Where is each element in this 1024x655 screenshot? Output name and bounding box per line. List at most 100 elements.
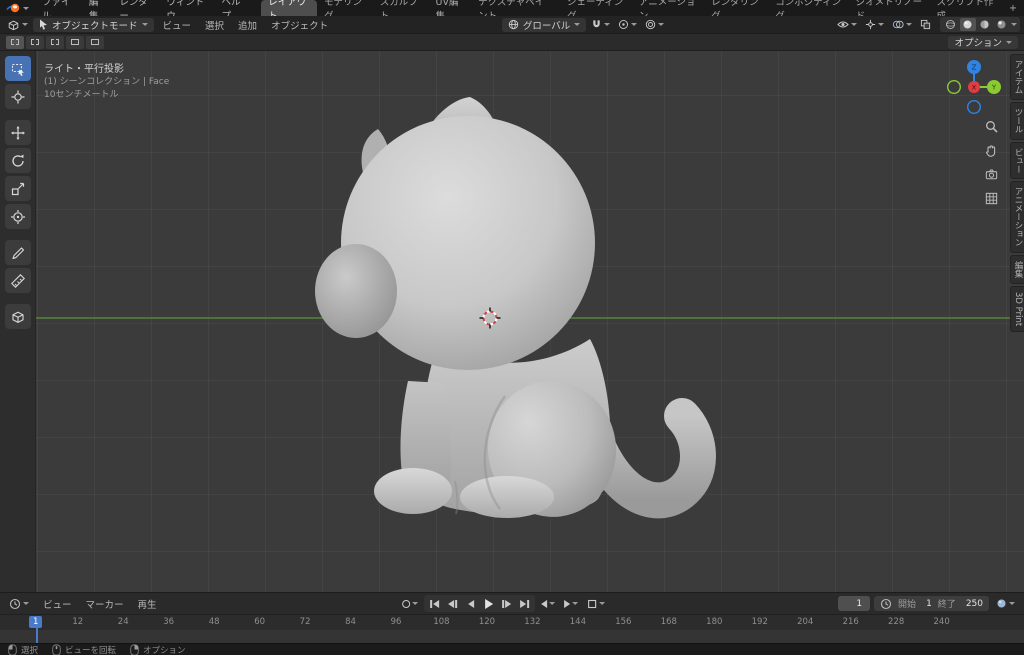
frame-start-field[interactable]: 開始 1 xyxy=(898,597,932,610)
show-overlays-dropdown[interactable] xyxy=(889,18,915,32)
select-mode-invert-button[interactable] xyxy=(66,36,84,49)
workspace-tab[interactable]: レンダリング xyxy=(704,0,768,16)
topbar-menu-item[interactable]: ウィンドウ xyxy=(159,0,214,16)
select-mode-intersect-button[interactable] xyxy=(86,36,104,49)
workspace-tab[interactable]: モデリング xyxy=(317,0,373,16)
shading-material-button[interactable] xyxy=(977,18,993,31)
sidebar-tab[interactable]: アイテム xyxy=(1010,54,1024,100)
blender-window: ファイル編集レンダーウィンドウヘルプ レイアウトモデリングスカルプトUV編集テク… xyxy=(0,0,1024,655)
shading-wireframe-button[interactable] xyxy=(943,18,959,31)
options-label: オプション xyxy=(954,35,1002,49)
axis-neg-z-ball xyxy=(968,101,981,114)
hand-icon xyxy=(984,143,999,158)
select-extend-icon xyxy=(31,39,39,45)
move-tool[interactable] xyxy=(5,120,31,145)
shading-rendered-button[interactable] xyxy=(994,18,1010,31)
play-button[interactable] xyxy=(480,596,497,611)
pivot-point-dropdown[interactable] xyxy=(615,18,640,32)
next-keyframe-button[interactable] xyxy=(498,596,515,611)
workspace-tab[interactable]: + xyxy=(1002,0,1024,16)
select-mode-new-button[interactable] xyxy=(6,36,24,49)
viewport-menu-item[interactable]: オブジェクト xyxy=(264,18,335,32)
frame-step-back-button[interactable] xyxy=(538,597,558,611)
chevron-down-icon xyxy=(23,602,29,605)
timeline-editor-type-button[interactable] xyxy=(6,597,32,611)
workspace-tab[interactable]: アニメーション xyxy=(632,0,704,16)
workspace-tab[interactable]: コンポジティング xyxy=(768,0,848,16)
editor-type-button[interactable] xyxy=(4,18,31,32)
transform-tool[interactable] xyxy=(5,204,31,229)
prev-keyframe-button[interactable] xyxy=(444,596,461,611)
scale-tool[interactable] xyxy=(5,176,31,201)
sidebar-tab[interactable]: 3D Print xyxy=(1010,286,1024,332)
sidebar-tab[interactable]: 編集 xyxy=(1010,255,1024,284)
options-dropdown[interactable]: オプション xyxy=(948,36,1018,49)
object-visibility-dropdown[interactable] xyxy=(834,18,860,32)
blender-menu-button[interactable] xyxy=(0,0,35,16)
auto-keying-toggle[interactable] xyxy=(399,597,421,611)
viewport-menu-item[interactable]: ビュー xyxy=(156,18,199,32)
zoom-button[interactable] xyxy=(982,117,1000,135)
camera-view-button[interactable] xyxy=(982,165,1000,183)
magnet-icon xyxy=(591,19,602,30)
topbar-menu-item[interactable]: ヘルプ xyxy=(214,0,253,16)
shading-solid-button[interactable] xyxy=(960,18,976,31)
select-box-tool[interactable] xyxy=(5,56,31,81)
chevron-down-icon xyxy=(22,23,28,26)
mode-dropdown[interactable]: オブジェクトモード xyxy=(33,18,154,32)
timeline-menu-item[interactable]: マーカー xyxy=(79,597,131,611)
chevron-down-icon xyxy=(604,23,610,26)
timeline-view-options-dropdown[interactable] xyxy=(993,597,1018,611)
chevron-down-icon xyxy=(549,602,555,605)
viewport-header: オブジェクトモード ビュー選択追加オブジェクト グローバル xyxy=(0,16,1024,34)
sidebar-tab[interactable]: ビュー xyxy=(1010,142,1024,180)
workspace-tab[interactable]: テクスチャペイント xyxy=(471,0,560,16)
frame-step-forward-button[interactable] xyxy=(561,597,581,611)
workspace-tab[interactable]: スカルプト xyxy=(373,0,429,16)
sphere-icon xyxy=(996,598,1007,609)
timeline-playhead[interactable]: 1 xyxy=(29,615,45,643)
scale-icon xyxy=(10,181,26,197)
transform-orientation-dropdown[interactable]: グローバル xyxy=(502,18,586,32)
rotate-tool[interactable] xyxy=(5,148,31,173)
workspace-tab[interactable]: レイアウト xyxy=(261,0,317,16)
timeline-ruler[interactable]: 1224364860728496108120132144156168180192… xyxy=(0,614,1024,643)
timeline-menu-item[interactable]: 再生 xyxy=(131,597,164,611)
annotate-tool[interactable] xyxy=(5,240,31,265)
viewport-3d[interactable]: ライト・平行投影 (1) シーンコレクション | Face 10センチメートル … xyxy=(0,51,1024,592)
ruler-frame-label: 192 xyxy=(737,617,782,627)
xray-toggle[interactable] xyxy=(917,18,934,32)
frame-end-field[interactable]: 終了 250 xyxy=(938,597,983,610)
status-bar: 選択 ビューを回転 オプション xyxy=(0,643,1024,655)
ortho-toggle-button[interactable] xyxy=(982,189,1000,207)
cat-front-leg xyxy=(400,381,451,499)
workspace-tab[interactable]: UV編集 xyxy=(429,0,472,16)
play-reverse-button[interactable] xyxy=(462,596,479,611)
cursor-tool[interactable] xyxy=(5,84,31,109)
workspace-tab[interactable]: スクリプト作成 xyxy=(929,0,1002,16)
axis-gizmo[interactable]: Z Y X xyxy=(944,57,1004,117)
sidebar-tab[interactable]: ツール xyxy=(1010,102,1024,140)
jump-to-start-button[interactable] xyxy=(426,596,443,611)
topbar-menu-item[interactable]: 編集 xyxy=(82,0,112,16)
chevron-down-icon[interactable] xyxy=(1011,23,1017,26)
add-cube-tool[interactable] xyxy=(5,304,31,329)
measure-tool[interactable] xyxy=(5,268,31,293)
show-gizmos-dropdown[interactable] xyxy=(862,18,887,32)
workspace-tab[interactable]: ジオメトリノード xyxy=(849,0,930,16)
pan-button[interactable] xyxy=(982,141,1000,159)
timeline-menu-item[interactable]: ビュー xyxy=(36,597,79,611)
viewport-menu-item[interactable]: 追加 xyxy=(231,18,264,32)
snap-dropdown[interactable] xyxy=(588,18,613,32)
select-mode-extend-button[interactable] xyxy=(26,36,44,49)
select-mode-subtract-button[interactable] xyxy=(46,36,64,49)
topbar-menu-item[interactable]: ファイル xyxy=(35,0,82,16)
jump-to-end-button[interactable] xyxy=(516,596,533,611)
sidebar-tab[interactable]: アニメーション xyxy=(1010,181,1024,253)
proportional-editing-dropdown[interactable] xyxy=(642,18,667,32)
topbar-menu-item[interactable]: レンダー xyxy=(112,0,159,16)
current-frame-field[interactable]: 1 xyxy=(838,596,870,611)
viewport-menu-item[interactable]: 選択 xyxy=(198,18,231,32)
workspace-tab[interactable]: シェーディング xyxy=(560,0,632,16)
keying-set-dropdown[interactable] xyxy=(584,597,608,611)
